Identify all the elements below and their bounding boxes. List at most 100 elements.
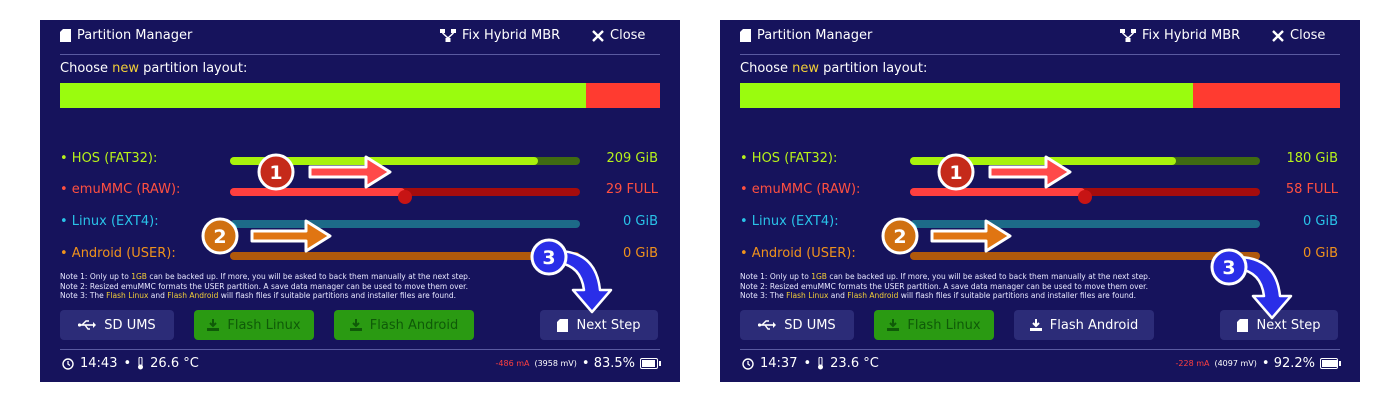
network-icon	[440, 29, 456, 42]
close-label: Close	[610, 28, 646, 43]
partition-label-emummc: • emuMMC (RAW):	[740, 182, 861, 197]
note-3-text-a: Note 3: The	[60, 291, 107, 300]
android-slider[interactable]	[230, 252, 580, 260]
status-voltage: (3958 mV)	[534, 359, 577, 368]
close-button[interactable]: Close	[1272, 28, 1325, 43]
battery-level	[642, 360, 656, 367]
next-step-label: Next Step	[576, 317, 641, 333]
download-icon	[349, 319, 362, 331]
status-left: 14:37 • 23.6 °C	[742, 356, 879, 371]
partition-value-linux: 0 GiB	[1302, 214, 1338, 229]
choose-suffix: partition layout:	[819, 61, 928, 76]
hos-slider-fill	[910, 157, 1176, 165]
note-3-text-c: will flash files if suitable partitions …	[218, 291, 457, 300]
notes-block: Note 1: Only up to 1GB can be backed up.…	[740, 272, 1260, 301]
layout-bar-hos-segment	[60, 83, 586, 108]
sd-card-icon	[557, 318, 569, 332]
note-3-flash-android: Flash Android	[847, 291, 899, 300]
battery-level	[1322, 360, 1337, 367]
download-icon	[207, 319, 220, 331]
emummc-slider-knob[interactable]	[398, 190, 412, 204]
battery-icon	[1320, 358, 1341, 369]
choose-layout-heading: Choose new partition layout:	[740, 61, 927, 76]
android-slider[interactable]	[910, 252, 1260, 260]
partition-label-android: • Android (USER):	[60, 246, 176, 261]
sd-ums-button[interactable]: SD UMS	[60, 310, 174, 340]
note-1-text-a: Note 1: Only up to	[740, 272, 812, 281]
choose-layout-heading: Choose new partition layout:	[60, 61, 247, 76]
partition-label-hos: • HOS (FAT32):	[740, 151, 838, 166]
next-step-label: Next Step	[1256, 317, 1321, 333]
clock-icon	[742, 357, 754, 370]
choose-highlight: new	[112, 61, 140, 76]
note-1-text-b: can be backed up. If more, you will be a…	[146, 272, 471, 281]
status-bar: 14:37 • 23.6 °C -228 mA (4097 mV) • 92.2…	[720, 354, 1360, 378]
choose-suffix: partition layout:	[139, 61, 248, 76]
fix-hybrid-mbr-button[interactable]: Fix Hybrid MBR	[440, 28, 560, 43]
hos-slider[interactable]	[230, 157, 580, 165]
linux-slider[interactable]	[903, 220, 1260, 236]
usb-icon	[758, 320, 777, 330]
header-divider	[60, 54, 660, 55]
note-1: Note 1: Only up to 1GB can be backed up.…	[740, 272, 1260, 282]
emummc-slider[interactable]	[910, 188, 1260, 204]
note-3-text-b: and	[148, 291, 168, 300]
clock-icon	[62, 357, 74, 370]
close-button[interactable]: Close	[592, 28, 645, 43]
sd-ums-label: SD UMS	[104, 317, 156, 333]
linux-slider[interactable]	[223, 220, 580, 236]
partition-row-hos: • HOS (FAT32): 209 GiB	[40, 149, 680, 173]
thermometer-icon	[138, 357, 144, 370]
sd-card-icon	[60, 29, 71, 42]
status-battery-percent: • 92.2%	[1261, 356, 1315, 371]
note-1-text-a: Note 1: Only up to	[60, 272, 132, 281]
note-1-text-b: can be backed up. If more, you will be a…	[826, 272, 1151, 281]
hos-slider-fill	[230, 157, 538, 165]
flash-linux-label: Flash Linux	[907, 317, 981, 333]
download-icon	[887, 319, 900, 331]
status-separator: •	[123, 356, 132, 371]
emummc-slider-knob[interactable]	[1078, 190, 1092, 204]
next-step-button[interactable]: Next Step	[1220, 310, 1338, 340]
partition-label-emummc: • emuMMC (RAW):	[60, 182, 181, 197]
flash-linux-label: Flash Linux	[227, 317, 301, 333]
usb-icon	[78, 320, 97, 330]
choose-prefix: Choose	[60, 61, 113, 76]
partition-value-android: 0 GiB	[1302, 246, 1338, 261]
flash-android-button[interactable]: Flash Android	[334, 310, 474, 340]
emummc-slider[interactable]	[230, 188, 580, 204]
close-label: Close	[1290, 28, 1326, 43]
partition-label-android: • Android (USER):	[740, 246, 856, 261]
layout-bar	[60, 83, 660, 108]
fix-hybrid-mbr-button[interactable]: Fix Hybrid MBR	[1120, 28, 1240, 43]
notes-block: Note 1: Only up to 1GB can be backed up.…	[60, 272, 580, 301]
note-3-text-c: will flash files if suitable partitions …	[898, 291, 1137, 300]
thermometer-icon	[818, 357, 824, 370]
sd-ums-button[interactable]: SD UMS	[740, 310, 854, 340]
flash-android-label: Flash Android	[369, 317, 459, 333]
partition-row-hos: • HOS (FAT32): 180 GiB	[720, 149, 1360, 173]
hos-slider[interactable]	[910, 157, 1260, 165]
emummc-slider-fill	[230, 188, 405, 196]
fix-hybrid-mbr-label: Fix Hybrid MBR	[462, 28, 561, 43]
partition-row-emummc: • emuMMC (RAW): 29 FULL	[40, 180, 680, 204]
partition-row-emummc: • emuMMC (RAW): 58 FULL	[720, 180, 1360, 204]
window-title-label: Partition Manager	[77, 28, 193, 43]
fix-hybrid-mbr-label: Fix Hybrid MBR	[1142, 28, 1241, 43]
window-title: Partition Manager	[740, 28, 872, 43]
partition-value-hos: 180 GiB	[1286, 151, 1338, 166]
partition-value-linux: 0 GiB	[622, 214, 658, 229]
footer-divider	[740, 349, 1340, 350]
window-title: Partition Manager	[60, 28, 192, 43]
status-voltage: (4097 mV)	[1214, 359, 1257, 368]
battery-icon	[640, 358, 661, 369]
flash-android-button[interactable]: Flash Android	[1014, 310, 1154, 340]
status-left: 14:43 • 26.6 °C	[62, 356, 199, 371]
linux-slider-knob[interactable]	[223, 222, 237, 236]
flash-linux-button[interactable]: Flash Linux	[194, 310, 314, 340]
note-1-highlight: 1GB	[131, 272, 147, 281]
next-step-button[interactable]: Next Step	[540, 310, 658, 340]
status-bar: 14:43 • 26.6 °C -486 mA (3958 mV) • 83.5…	[40, 354, 680, 378]
flash-linux-button[interactable]: Flash Linux	[874, 310, 994, 340]
linux-slider-knob[interactable]	[903, 222, 917, 236]
